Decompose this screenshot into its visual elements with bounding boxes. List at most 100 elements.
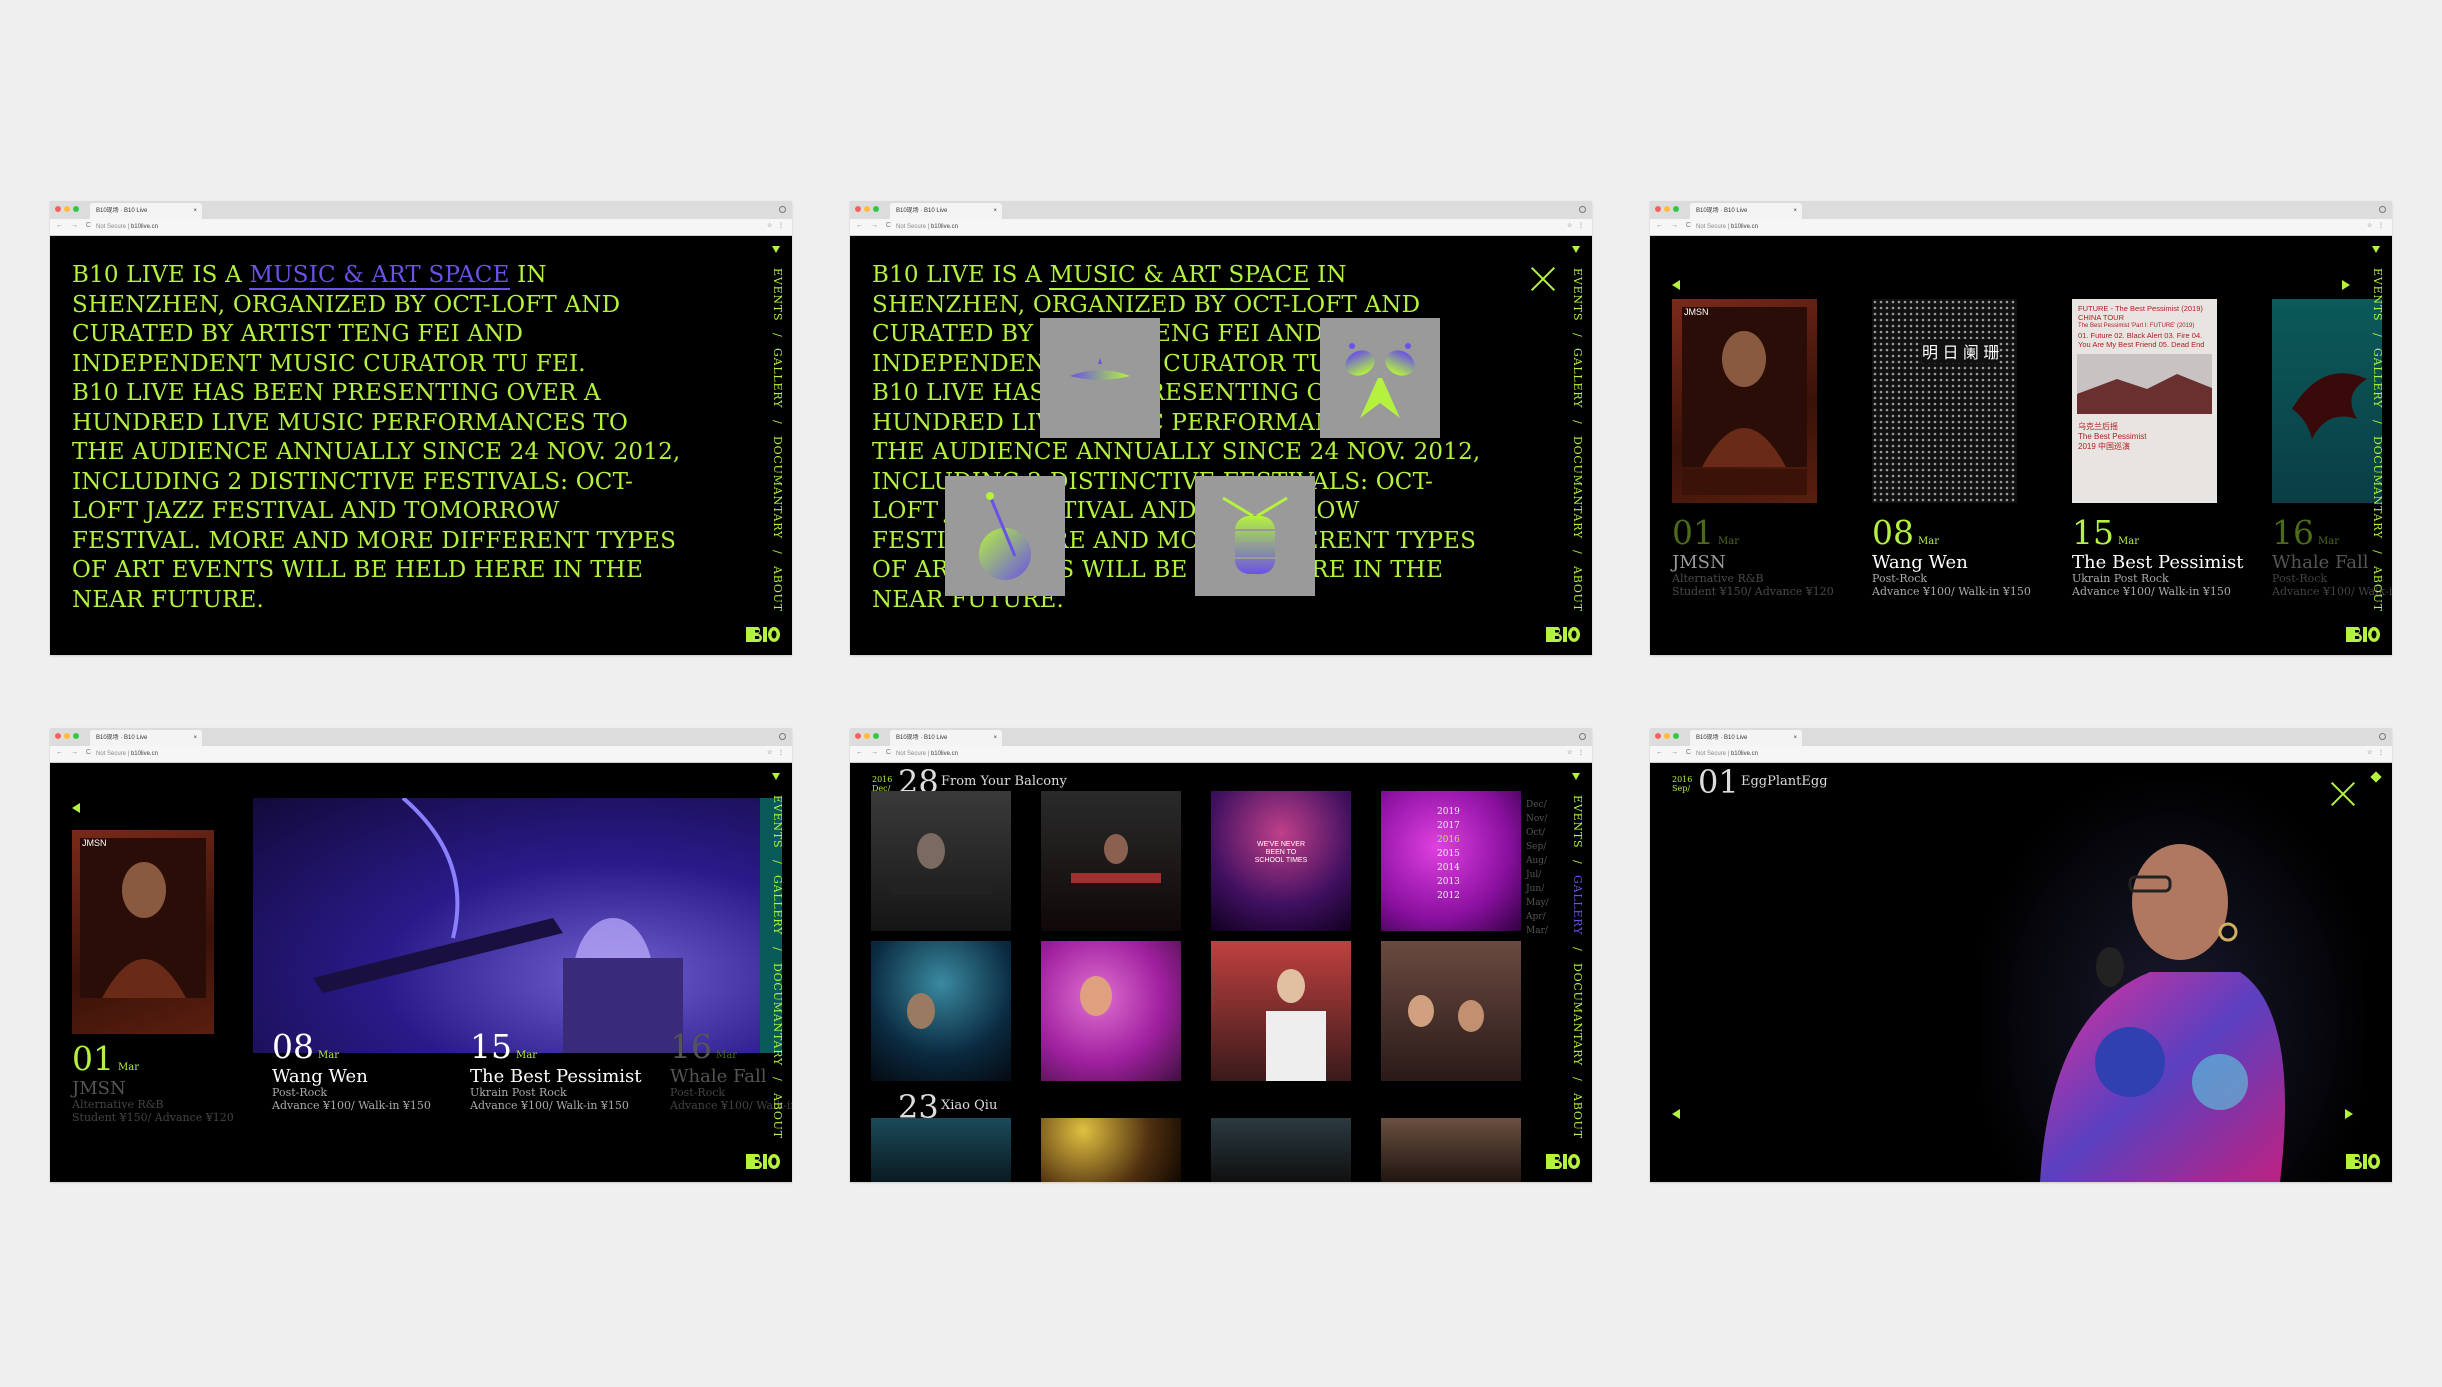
nav-about[interactable]: ABOUT — [1571, 566, 1584, 612]
gallery-photo[interactable] — [1381, 941, 1521, 1081]
nav-events[interactable]: EVENTS — [771, 795, 784, 848]
b10-logo[interactable] — [746, 1153, 780, 1170]
browser-tab[interactable]: B10现场 · B10 Live × — [1690, 203, 1802, 219]
maximize-window-icon[interactable] — [873, 206, 879, 212]
nav-gallery[interactable]: GALLERY — [771, 348, 784, 408]
gallery-detail-photo[interactable] — [1980, 782, 2365, 1182]
b10-logo[interactable] — [746, 626, 780, 643]
nav-buttons[interactable]: ← → C — [856, 749, 894, 756]
window-controls[interactable] — [55, 206, 79, 212]
nav-buttons[interactable]: ← → C — [1656, 222, 1694, 229]
tab-close-icon[interactable]: × — [193, 730, 197, 746]
url-field[interactable]: Not Secure | b10live.cn — [1696, 749, 1758, 759]
toolbar-icons[interactable]: ☆ ⋮ — [767, 749, 786, 756]
gallery-photo[interactable] — [1041, 1118, 1181, 1182]
window-controls[interactable] — [1655, 733, 1679, 739]
nav-documentary[interactable]: DOCUMANTARY — [1571, 436, 1584, 539]
prev-arrow-icon[interactable] — [72, 803, 80, 813]
nav-documentary[interactable]: DOCUMANTARY — [1571, 963, 1584, 1066]
year-item[interactable]: 2014 — [1437, 861, 1460, 875]
toolbar-icons[interactable]: ☆ ⋮ — [2367, 222, 2386, 229]
nav-events[interactable]: EVENTS — [1571, 268, 1584, 321]
gallery-photo[interactable] — [1041, 791, 1181, 931]
nav-about[interactable]: ABOUT — [771, 1093, 784, 1139]
tab-close-icon[interactable]: × — [1793, 203, 1797, 219]
nav-about[interactable]: ABOUT — [1571, 1093, 1584, 1139]
nav-events[interactable]: EVENTS — [771, 268, 784, 321]
menu-toggle-icon[interactable] — [772, 773, 780, 780]
tab-close-icon[interactable]: × — [1793, 730, 1797, 746]
event-item-1[interactable]: 01 Mar JMSN Alternative R&B Student ¥150/… — [1672, 516, 1834, 599]
year-item[interactable]: 2013 — [1437, 875, 1460, 889]
minimize-window-icon[interactable] — [864, 206, 870, 212]
close-window-icon[interactable] — [1655, 733, 1661, 739]
gallery-photo[interactable] — [1381, 1118, 1521, 1182]
month-item[interactable]: Jul/ — [1526, 868, 1549, 882]
gallery-photo[interactable] — [871, 941, 1011, 1081]
browser-tab[interactable]: B10现场 · B10 Live × — [90, 730, 202, 746]
maximize-window-icon[interactable] — [73, 733, 79, 739]
event-item-3[interactable]: 15 Mar The Best Pessimist Ukrain Post Roc… — [470, 1030, 642, 1113]
menu-toggle-icon[interactable] — [2372, 246, 2380, 253]
menu-toggle-icon[interactable] — [2370, 771, 2382, 783]
year-item[interactable]: 2019 — [1437, 805, 1460, 819]
year-item[interactable]: 2015 — [1437, 847, 1460, 861]
url-field[interactable]: Not Secure | b10live.cn — [896, 222, 958, 232]
poster-jmsn[interactable]: JMSN — [72, 830, 214, 1034]
event-item-2[interactable]: 08 Mar Wang Wen Post-Rock Advance ¥100/ W… — [272, 1030, 431, 1113]
poster-whale-fall[interactable] — [2272, 299, 2382, 503]
music-art-space-link[interactable]: MUSIC & ART SPACE — [249, 262, 510, 290]
tab-close-icon[interactable]: × — [993, 203, 997, 219]
profile-icon[interactable] — [779, 206, 786, 213]
close-window-icon[interactable] — [1655, 206, 1661, 212]
browser-tab[interactable]: B10现场 · B10 Live × — [1690, 730, 1802, 746]
prev-arrow-icon[interactable] — [1672, 280, 1680, 290]
maximize-window-icon[interactable] — [73, 206, 79, 212]
month-item[interactable]: Nov/ — [1526, 812, 1549, 826]
window-controls[interactable] — [1655, 206, 1679, 212]
event-item-1[interactable]: 01 Mar JMSN Alternative R&B Student ¥150/… — [72, 1042, 234, 1125]
minimize-window-icon[interactable] — [64, 733, 70, 739]
month-item[interactable]: May/ — [1526, 896, 1549, 910]
b10-logo[interactable] — [2346, 1153, 2380, 1170]
menu-toggle-icon[interactable] — [1572, 246, 1580, 253]
year-item[interactable]: 2012 — [1437, 889, 1460, 903]
toolbar-icons[interactable]: ☆ ⋮ — [1567, 222, 1586, 229]
poster-best-pessimist[interactable]: FUTURE - The Best Pessimist (2019) CHINA… — [2072, 299, 2217, 503]
gallery-photo[interactable] — [871, 1118, 1011, 1182]
menu-toggle-icon[interactable] — [1572, 773, 1580, 780]
nav-events[interactable]: EVENTS — [1571, 795, 1584, 848]
music-art-space-link[interactable]: MUSIC & ART SPACE — [1049, 262, 1310, 290]
month-item[interactable]: Apr/ — [1526, 910, 1549, 924]
window-controls[interactable] — [855, 733, 879, 739]
gallery-photo[interactable] — [1211, 1118, 1351, 1182]
month-item[interactable]: Jun/ — [1526, 882, 1549, 896]
nav-buttons[interactable]: ← → C — [56, 222, 94, 229]
nav-gallery[interactable]: GALLERY — [2371, 348, 2384, 408]
nav-buttons[interactable]: ← → C — [56, 749, 94, 756]
toolbar-icons[interactable]: ☆ ⋮ — [2367, 749, 2386, 756]
close-window-icon[interactable] — [855, 206, 861, 212]
maximize-window-icon[interactable] — [1673, 733, 1679, 739]
profile-icon[interactable] — [2379, 206, 2386, 213]
instrument-card-cymbal[interactable] — [1040, 318, 1160, 438]
tab-close-icon[interactable]: × — [193, 203, 197, 219]
gallery-photo[interactable] — [871, 791, 1011, 931]
next-arrow-icon[interactable] — [2345, 1109, 2353, 1119]
window-controls[interactable] — [855, 206, 879, 212]
instrument-card-drums[interactable] — [1320, 318, 1440, 438]
year-item[interactable]: 2017 — [1437, 819, 1460, 833]
poster-jmsn[interactable]: JMSN — [1672, 299, 1817, 503]
gallery-photo[interactable] — [1211, 941, 1351, 1081]
event-item-2[interactable]: 08 Mar Wang Wen Post-Rock Advance ¥100/ W… — [1872, 516, 2031, 599]
poster-wang-wen[interactable]: 明 日 阑 珊 — [1872, 299, 2017, 503]
instrument-card-tambourine[interactable] — [945, 476, 1065, 596]
profile-icon[interactable] — [779, 733, 786, 740]
close-window-icon[interactable] — [55, 206, 61, 212]
nav-events[interactable]: EVENTS — [2371, 268, 2384, 321]
minimize-window-icon[interactable] — [1664, 206, 1670, 212]
b10-logo[interactable] — [1546, 1153, 1580, 1170]
url-field[interactable]: Not Secure | b10live.cn — [896, 749, 958, 759]
gallery-photo[interactable]: 2019 2017 2016 2015 2014 2013 2012 — [1381, 791, 1521, 931]
window-controls[interactable] — [55, 733, 79, 739]
